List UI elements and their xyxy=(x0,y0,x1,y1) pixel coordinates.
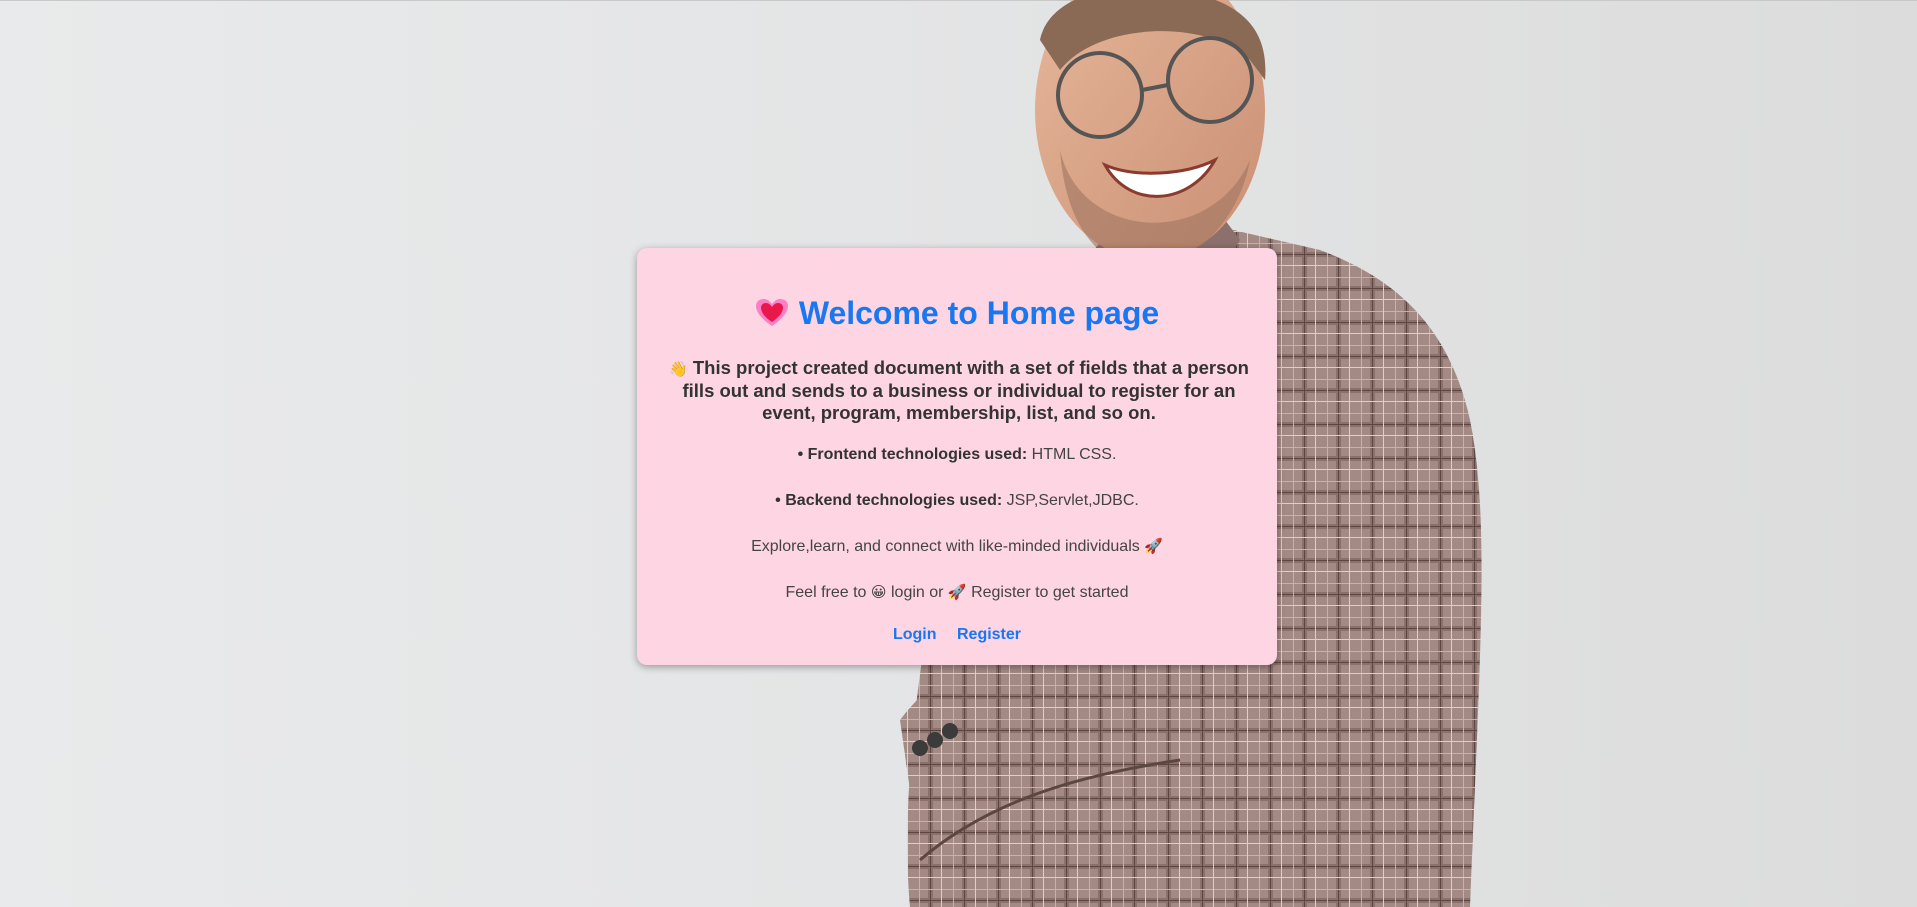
project-description-text: This project created document with a set… xyxy=(682,357,1249,423)
frontend-technologies: • Frontend technologies used: HTML CSS. xyxy=(637,445,1277,465)
explore-text-content: Explore,learn, and connect with like-min… xyxy=(751,538,1140,555)
register-link[interactable]: Register xyxy=(957,626,1021,643)
explore-text: Explore,learn, and connect with like-min… xyxy=(637,536,1277,557)
frontend-bullet: • xyxy=(797,446,804,463)
waving-hand-icon: 👋 xyxy=(669,360,688,378)
backend-technologies: • Backend technologies used: JSP,Servlet… xyxy=(637,491,1277,511)
rocket-icon: 🚀 xyxy=(1144,537,1163,555)
welcome-card: Welcome to Home page 👋 This project crea… xyxy=(637,248,1277,665)
auth-links: Login Register xyxy=(637,625,1277,645)
home-page: Welcome to Home page 👋 This project crea… xyxy=(0,0,1917,907)
get-started-prefix: Feel free to xyxy=(785,584,867,601)
page-title-text: Welcome to Home page xyxy=(798,295,1160,331)
backend-value: JSP,Servlet,JDBC. xyxy=(1006,492,1139,509)
frontend-label: Frontend technologies used: xyxy=(807,446,1028,463)
backend-label: Backend technologies used: xyxy=(785,492,1003,509)
backend-bullet: • xyxy=(775,492,781,509)
login-link[interactable]: Login xyxy=(893,626,937,643)
rocket-icon: 🚀 xyxy=(947,583,967,601)
project-description: 👋 This project created document with a s… xyxy=(659,357,1259,424)
get-started-suffix: Register to get started xyxy=(971,584,1129,601)
sparkling-heart-icon xyxy=(755,298,789,328)
get-started-text: Feel free to 😀 login or 🚀 Register to ge… xyxy=(637,582,1277,603)
grinning-face-icon: 😀 xyxy=(870,583,887,601)
frontend-value: HTML CSS. xyxy=(1031,446,1117,463)
get-started-middle: login or xyxy=(890,584,944,601)
page-title: Welcome to Home page xyxy=(637,294,1277,332)
